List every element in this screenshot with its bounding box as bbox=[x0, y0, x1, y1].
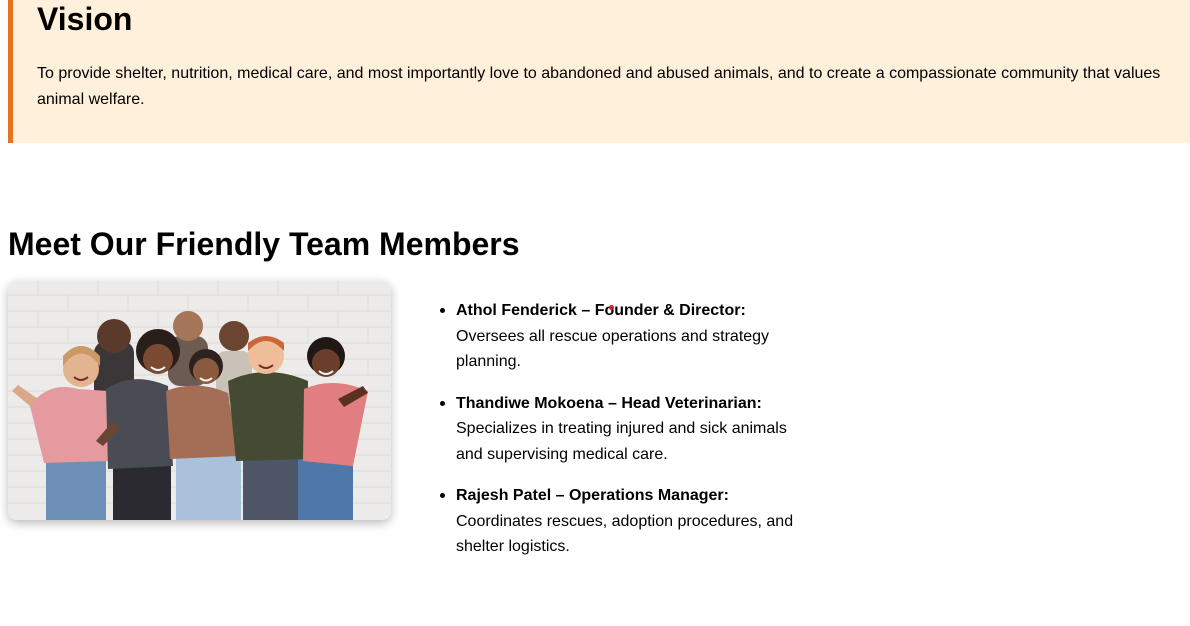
team-member-item: Athol Fenderick – Founder & Director: Ov… bbox=[440, 298, 810, 375]
team-member-item: Rajesh Patel – Operations Manager: Coord… bbox=[440, 483, 810, 560]
team-member-item: Thandiwe Mokoena – Head Veterinarian: Sp… bbox=[440, 391, 810, 468]
team-member-description: Coordinates rescues, adoption procedures… bbox=[456, 512, 794, 556]
team-heading: Meet Our Friendly Team Members bbox=[8, 226, 520, 262]
cursor-dot bbox=[609, 305, 614, 310]
team-member-description: Specializes in treating injured and sick… bbox=[456, 420, 787, 463]
team-member-name: Thandiwe Mokoena – Head Veterinarian: bbox=[456, 394, 762, 412]
vision-section: Vision To provide shelter, nutrition, me… bbox=[8, 0, 1190, 143]
team-member-name: Rajesh Patel – Operations Manager: bbox=[456, 487, 729, 504]
vision-heading: Vision bbox=[37, 1, 133, 37]
team-photo bbox=[8, 281, 391, 520]
team-member-list: Athol Fenderick – Founder & Director: Ov… bbox=[440, 298, 810, 576]
vision-text: To provide shelter, nutrition, medical c… bbox=[37, 65, 1161, 108]
team-member-description: Oversees all rescue operations and strat… bbox=[456, 327, 770, 371]
team-member-name: Athol Fenderick – Founder & Director: bbox=[456, 302, 746, 319]
